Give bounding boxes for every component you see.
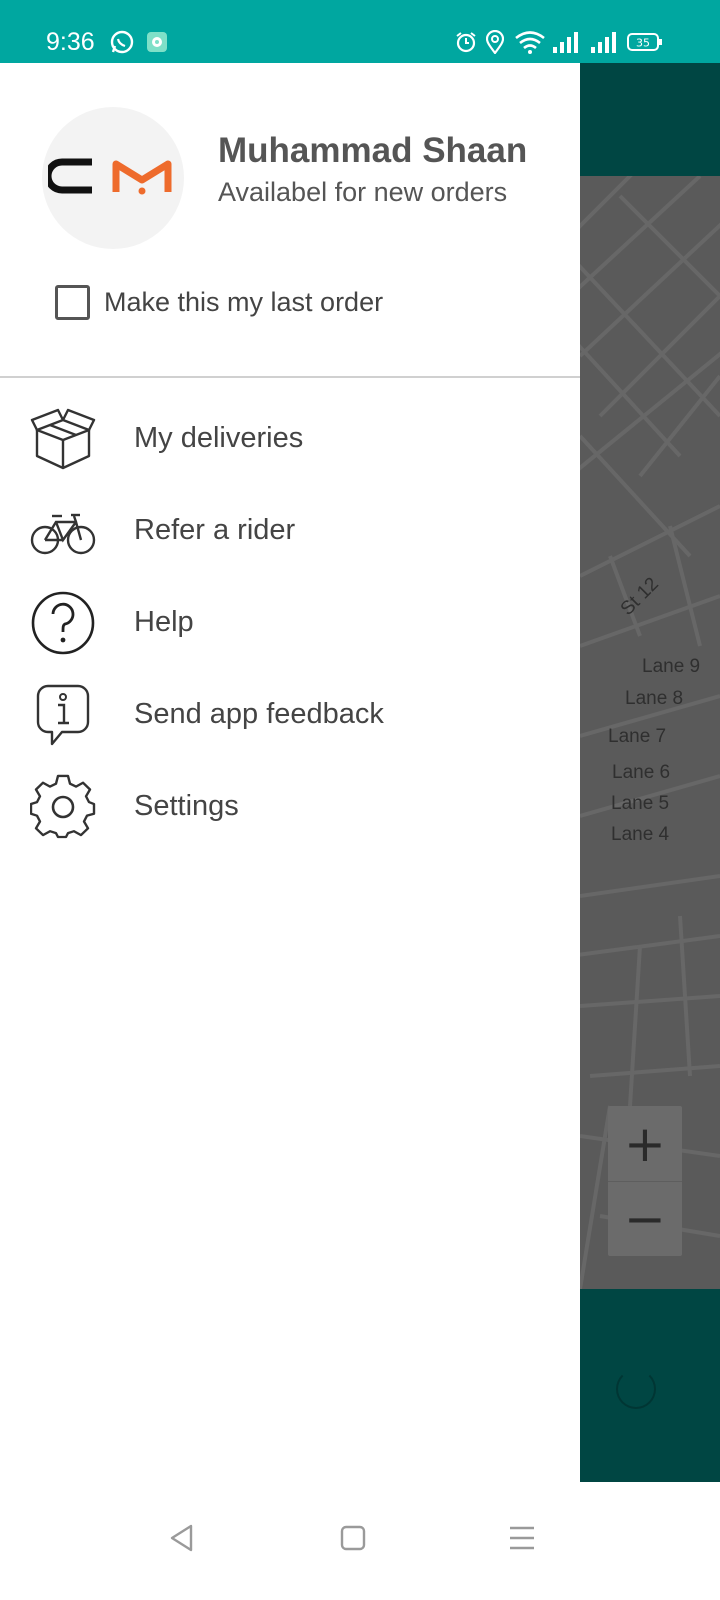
wifi-icon <box>513 28 547 56</box>
question-icon <box>30 590 96 656</box>
whatsapp-icon <box>108 28 136 56</box>
last-order-checkbox-label[interactable]: Make this my last order <box>104 287 383 318</box>
location-icon <box>484 28 506 56</box>
user-status: Availabel for new orders <box>218 177 508 207</box>
battery-icon: 35 <box>627 28 663 56</box>
zoom-out-button[interactable]: − <box>608 1181 682 1256</box>
zoom-controls: + − <box>608 1106 682 1256</box>
signal-icon <box>551 28 581 56</box>
menu-item-help[interactable]: Help <box>0 578 580 670</box>
menu-label: Help <box>134 606 194 638</box>
status-bar: 9:36 35 <box>0 0 720 63</box>
back-icon[interactable] <box>152 1508 212 1568</box>
street-label: Lane 9 <box>642 656 701 677</box>
zoom-in-button[interactable]: + <box>608 1106 682 1181</box>
box-icon <box>30 406 96 472</box>
street-label: Lane 5 <box>611 793 670 814</box>
battery-level: 35 <box>636 37 650 50</box>
menu-label: Settings <box>134 790 239 822</box>
info-feedback-icon <box>30 682 96 748</box>
avatar[interactable] <box>42 107 184 249</box>
menu-label: My deliveries <box>134 422 304 454</box>
background-app: St 12 Lane 9 Lane 8 Lane 7 Lane 6 Lane 5… <box>580 63 720 1482</box>
menu-label: Send app feedback <box>134 698 384 730</box>
navigation-drawer: Muhammad Shaan Availabel for new orders … <box>0 63 580 1482</box>
location-button[interactable] <box>616 1369 656 1409</box>
cm-logo <box>48 158 172 195</box>
alarm-icon <box>454 28 478 56</box>
background-footer <box>580 1289 720 1482</box>
background-header <box>580 63 720 176</box>
recents-icon[interactable] <box>492 1508 552 1568</box>
system-nav-bar <box>0 1482 720 1600</box>
menu-item-my-deliveries[interactable]: My deliveries <box>0 394 580 486</box>
user-name: Muhammad Shaan <box>218 131 528 170</box>
status-time: 9:36 <box>46 28 95 56</box>
home-icon[interactable] <box>323 1508 383 1568</box>
menu-item-settings[interactable]: Settings <box>0 762 580 854</box>
menu-item-send-app-feedback[interactable]: Send app feedback <box>0 670 580 762</box>
map-view[interactable]: St 12 Lane 9 Lane 8 Lane 7 Lane 6 Lane 5… <box>580 176 720 1289</box>
menu-label: Refer a rider <box>134 514 296 546</box>
street-label: Lane 4 <box>611 824 670 845</box>
street-label: Lane 6 <box>612 762 671 783</box>
bicycle-icon <box>30 498 96 564</box>
street-label: Lane 7 <box>608 726 667 747</box>
last-order-checkbox[interactable] <box>55 285 90 320</box>
gear-icon <box>30 774 96 840</box>
drawer-divider <box>0 376 580 378</box>
chat-app-icon <box>145 28 169 56</box>
signal-icon <box>589 28 619 56</box>
street-label: Lane 8 <box>625 688 684 709</box>
menu-item-refer-a-rider[interactable]: Refer a rider <box>0 486 580 578</box>
